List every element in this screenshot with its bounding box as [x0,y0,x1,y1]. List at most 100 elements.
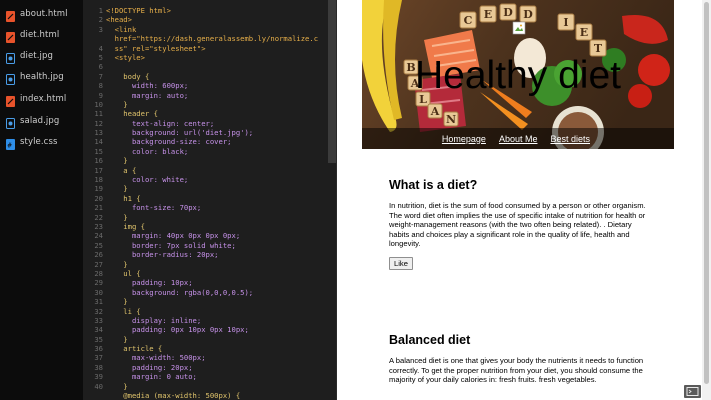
line-number: 38 [94,362,103,372]
code-line: h1 { [106,193,141,203]
line-number: 15 [94,146,103,156]
line-number: 2 [98,15,103,25]
line-number: 29 [94,278,103,288]
line-number: 6 [98,62,103,72]
line-number: 35 [94,334,103,344]
code-line: <!DOCTYPE html> [106,6,171,15]
article-heading: Balanced diet [389,333,471,347]
file-item-health-jpg[interactable]: health.jpg [0,69,83,90]
file-item-salad-jpg[interactable]: salad.jpg [0,113,83,134]
code-line: padding: 10px; [106,278,193,288]
file-item-index-html[interactable]: index.html [0,91,83,112]
code-line: background: rgba(0,0,0,0.5); [106,287,254,297]
page-title: Healthy diet [415,54,621,97]
header-nav: Homepage About Me Best diets [362,128,674,149]
line-number: 39 [94,372,103,382]
tile-letter: I [563,16,568,29]
file-label: about.html [20,9,68,19]
nav-link-best-diets[interactable]: Best diets [550,134,590,144]
code-line: border-radius: 20px; [106,250,219,260]
line-number: 16 [94,156,103,166]
code-line: display: inline; [106,315,202,325]
nav-link-about-me[interactable]: About Me [499,134,538,144]
article-body: A balanced diet is one that gives your b… [389,356,644,385]
line-number: 14 [94,137,103,147]
page-header: B A L A N C E D D I E T Healthy diet Hom… [362,0,674,149]
line-number: 33 [94,315,103,325]
line-number: 17 [94,165,103,175]
nav-link-homepage[interactable]: Homepage [442,134,486,144]
article-body: In nutrition, diet is the sum of food co… [389,201,646,249]
code-line: ss" rel="stylesheet"> [106,43,206,53]
code-line: article { [106,344,163,354]
code-line: } [106,99,128,109]
line-number: 3 [98,24,103,34]
code-line: max-width: 500px; [106,353,206,363]
line-number: 37 [94,353,103,363]
tile-letter: N [446,113,456,126]
code-line: header { [106,109,158,119]
code-line: } [106,212,128,222]
code-line: href="https://dash.generalassemb.ly/norm… [106,34,319,44]
code-line: font-size: 70px; [106,203,202,213]
preview-scrollbar-thumb[interactable] [704,2,709,384]
code-line: <link [106,24,137,34]
file-label: salad.jpg [20,116,60,126]
code-line: a { [106,165,137,175]
line-number: 1 [98,6,103,15]
code-editor[interactable]: 1 2 3 4 5 6 7 8 9 10 11 12 13 14 15 16 17 18 19 20 21 22 23 24 2… [83,0,336,400]
tile-letter: A [430,105,440,118]
css-file-icon: # [6,139,15,150]
line-number: 9 [98,90,103,100]
code-line: } [106,334,128,344]
line-number: 25 [94,240,103,250]
html-file-icon [6,32,15,43]
line-number: 8 [98,81,103,91]
article-what-is-a-diet: What is a diet? In nutrition, diet is th… [389,178,649,271]
code-line: margin: auto; [106,90,189,100]
code-line: img { [106,221,145,231]
line-number: 26 [94,250,103,260]
file-item-style-css[interactable]: # style.css [0,134,83,155]
image-file-icon [6,53,15,64]
line-number: 11 [94,109,103,119]
like-button[interactable]: Like [389,256,413,270]
console-toggle-button[interactable] [684,385,701,398]
code-line: margin: 40px 0px 0px 0px; [106,231,241,241]
code-line: background-size: cover; [106,137,232,147]
tile-letter: E [580,26,588,39]
code-line: color: black; [106,146,189,156]
article-heading: What is a diet? [389,178,478,192]
code-line: <head> [106,15,132,25]
image-file-icon [6,118,15,129]
article-balanced-diet: Balanced diet A balanced diet is one tha… [389,333,649,385]
code-line: width: 600px; [106,81,189,91]
line-number: 7 [98,71,103,81]
code-line: body { [106,71,150,81]
file-label: style.css [20,137,58,147]
line-number: 18 [94,175,103,185]
code-line: padding: 0px 10px 0px 10px; [106,325,249,335]
tile-letter: D [503,6,513,19]
file-label: diet.html [20,30,60,40]
file-item-about-html[interactable]: about.html [0,6,83,27]
editor-scrollbar[interactable] [328,0,336,163]
file-item-diet-jpg[interactable]: diet.jpg [0,48,83,69]
line-number: 23 [94,221,103,231]
tile-letter: C [464,14,473,27]
code-area[interactable]: <!DOCTYPE html> <head> <link href="https:… [106,6,330,400]
line-number: 27 [94,259,103,269]
code-line: text-align: center; [106,118,215,128]
code-line: @media (max-width: 500px) { [106,391,241,400]
line-number: 19 [94,184,103,194]
code-line: li { [106,306,141,316]
code-line: border: 7px solid white; [106,240,236,250]
line-number: 32 [94,306,103,316]
html-file-icon [6,11,15,22]
tile-letter: E [484,8,492,21]
line-number-gutter: 1 2 3 4 5 6 7 8 9 10 11 12 13 14 15 16 17 18 19 20 21 22 23 24 2… [83,6,103,400]
file-item-diet-html[interactable]: diet.html [0,27,83,48]
web-preview: B A L A N C E D D I E T Healthy diet Hom… [362,0,702,400]
line-number: 10 [94,99,103,109]
